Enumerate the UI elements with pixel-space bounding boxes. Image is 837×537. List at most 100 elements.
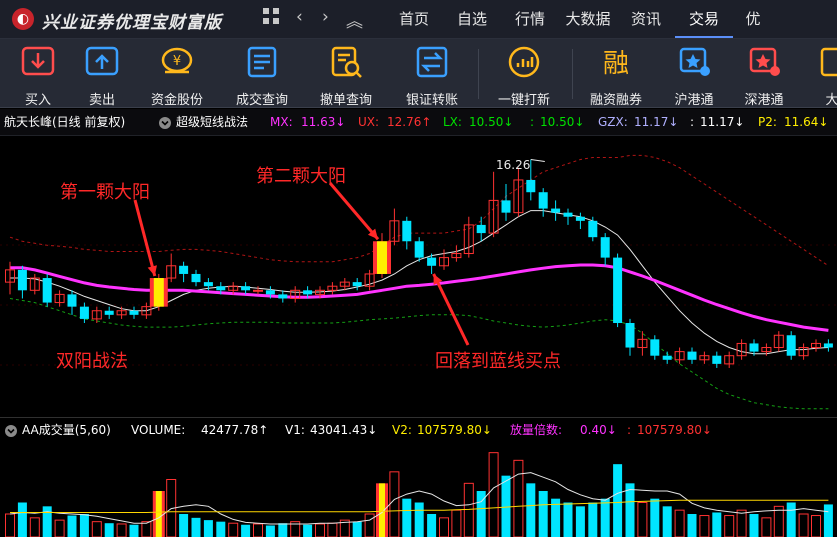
tab-home[interactable]: 首页	[385, 0, 443, 38]
sell-button[interactable]: 卖出	[60, 45, 144, 108]
candle-body	[749, 343, 759, 352]
tab-market[interactable]: 行情	[501, 0, 559, 38]
candle-body	[253, 289, 263, 292]
grid-icon[interactable]	[262, 7, 280, 30]
volume-bar	[129, 524, 139, 537]
volume-bar	[761, 517, 772, 537]
toolbar-divider	[478, 49, 479, 99]
volume-bar	[488, 452, 499, 537]
volume-bar	[191, 517, 201, 537]
volume-bar	[141, 521, 152, 537]
candle-body	[538, 192, 548, 209]
transfer-icon	[416, 46, 448, 78]
more-icon	[820, 47, 837, 77]
candle-body	[588, 220, 598, 238]
forward-icon[interactable]: ›	[322, 7, 329, 27]
candle-body	[278, 294, 288, 299]
volume-chart[interactable]	[0, 441, 837, 537]
volume-bar	[637, 502, 648, 537]
sh-hk-icon	[679, 47, 710, 76]
volume-bar	[5, 513, 15, 537]
volume-bar	[600, 498, 610, 537]
fund-button[interactable]: ¥ 资金股份	[135, 45, 219, 108]
title-bar: ◐ 兴业证券优理宝财富版 ‹ › ︽ 首页 自选 行情 大数据 资讯 交易 优	[0, 0, 837, 39]
volume-bar-highlight	[155, 491, 162, 537]
ipo-button[interactable]: 一键打新	[482, 45, 566, 108]
indicator-name[interactable]: 超级短线战法	[176, 109, 248, 135]
volume-bar	[662, 506, 672, 537]
tab-news[interactable]: 资讯	[617, 0, 675, 38]
volume-bar	[253, 523, 263, 537]
top-nav-tabs: 首页 自选 行情 大数据 资讯 交易 优	[385, 0, 773, 38]
tab-bigdata[interactable]: 大数据	[559, 0, 617, 38]
volume-bar	[42, 506, 52, 537]
candle-body	[650, 339, 660, 356]
ratio-label: 放量倍数:	[510, 423, 563, 437]
tab-trade[interactable]: 交易	[675, 0, 733, 38]
candle-body	[501, 200, 511, 213]
volume-bar	[798, 513, 809, 537]
volume-indicator-name[interactable]: AA成交量(5,60)	[22, 418, 111, 442]
candle-body	[526, 179, 536, 193]
collapse-icon[interactable]: ︽	[346, 7, 363, 32]
candle-body	[625, 323, 635, 348]
v2-label: V2:	[392, 423, 412, 437]
candle-body-highlight	[377, 241, 387, 274]
more-tool-button[interactable]: 大	[790, 45, 837, 108]
volume-bar	[402, 498, 412, 537]
candle-body	[414, 241, 424, 258]
candle-body	[67, 294, 77, 307]
annotation-first-sun: 第一颗大阳	[60, 182, 150, 203]
candle-body	[575, 216, 585, 221]
candle-body	[203, 282, 213, 287]
candle-body-highlight	[153, 278, 164, 307]
volume-bar	[54, 519, 65, 537]
volume-bar	[749, 514, 759, 537]
tab-watchlist[interactable]: 自选	[443, 0, 501, 38]
volume-bar	[91, 521, 102, 537]
ux-label: UX:	[358, 115, 380, 129]
deal-query-button[interactable]: 成交查询	[220, 45, 304, 108]
lower-band-line	[9, 298, 829, 410]
volume-bar	[179, 514, 189, 537]
volume-bar	[613, 464, 623, 537]
margin-button[interactable]: 融 融资融券	[574, 45, 658, 108]
annotation-second-sun: 第二颗大阳	[256, 166, 346, 187]
ratio-value: 0.40↓	[580, 423, 617, 437]
volume-indicator-bar: AA成交量(5,60) VOLUME: 42477.78↑ V1: 43041.…	[0, 417, 837, 442]
tab-more[interactable]: 优	[733, 0, 773, 38]
v1-value: 43041.43↓	[310, 423, 378, 437]
price-indicator-bar: 航天长峰(日线 前复权) 超级短线战法 MX: 11.63↓ UX: 12.76…	[0, 109, 837, 136]
volume-bar	[773, 505, 784, 537]
candle-body	[662, 355, 672, 360]
v2-value: 107579.80↓	[417, 423, 492, 437]
toolbar-divider	[572, 49, 573, 99]
volume-bar	[513, 459, 524, 537]
volume-dropdown-icon[interactable]	[4, 418, 18, 442]
ipo-icon	[508, 46, 540, 78]
indicator-dropdown-icon[interactable]	[158, 109, 172, 135]
candle-body	[17, 269, 27, 291]
candle-body	[563, 212, 573, 217]
volume-bar	[228, 522, 239, 537]
candle-body	[712, 355, 722, 364]
candle-body	[42, 278, 52, 303]
volume-bar	[786, 502, 796, 537]
stock-name[interactable]: 航天长峰(日线 前复权)	[4, 109, 125, 135]
transfer-button[interactable]: 银证转账	[390, 45, 474, 108]
candle-body	[241, 286, 251, 291]
back-icon[interactable]: ‹	[296, 7, 303, 27]
volume-bar	[241, 524, 251, 537]
volume-bar	[538, 491, 548, 537]
volume-bar	[823, 504, 833, 537]
volume-bar	[650, 498, 660, 537]
cancel-query-button[interactable]: 撤单查询	[304, 45, 388, 108]
volume-bar	[674, 509, 685, 537]
volume-bar	[811, 515, 821, 537]
volume-bar	[216, 521, 226, 537]
volume-bar	[29, 517, 40, 537]
volume-bar	[265, 525, 275, 537]
deal-query-icon	[247, 46, 277, 78]
volume-bar	[724, 515, 735, 537]
annotation-pullback-buy: 回落到蓝线买点	[435, 351, 561, 372]
